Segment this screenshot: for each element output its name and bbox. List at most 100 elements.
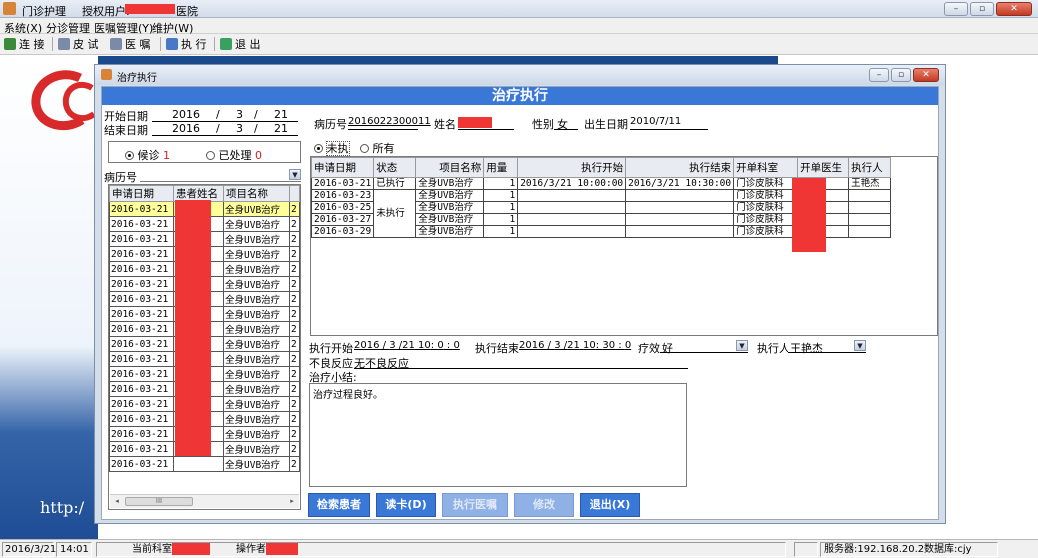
effect-value: 好 xyxy=(662,342,673,355)
sex-underline xyxy=(554,129,578,130)
start-date-month[interactable]: 3 xyxy=(236,108,243,121)
table-cell: 2016-03-21 xyxy=(109,246,174,262)
column-header[interactable]: 用量 xyxy=(483,157,519,178)
exec-end-minute: 30 xyxy=(602,340,616,351)
table-cell: 全身UVB治疗 xyxy=(223,231,290,247)
table-cell: 2016-03-21 xyxy=(109,456,174,472)
column-header[interactable]: 执行人 xyxy=(848,157,892,178)
dialog-minimize-button[interactable]: – xyxy=(869,68,889,82)
exec-end-label: 执行结束 xyxy=(475,342,519,355)
dialog-close-button[interactable]: ✕ xyxy=(913,68,939,82)
radio-icon xyxy=(206,151,215,160)
effect-combo[interactable]: 好 ▼ xyxy=(660,340,748,355)
table-cell: 2 xyxy=(289,366,300,382)
start-date-year[interactable]: 2016 xyxy=(172,108,200,121)
table-cell: 2 xyxy=(289,381,300,397)
table-cell xyxy=(848,213,892,226)
read-card-button[interactable]: 读卡(D) xyxy=(376,493,436,517)
table-cell: 2016-03-21 xyxy=(109,426,174,442)
status-operator-label: 操作者 xyxy=(236,544,266,555)
table-cell: 2016-03-21 xyxy=(109,216,174,232)
patient-birth: 2010/7/11 xyxy=(630,116,682,127)
execute-button[interactable]: 执 行 xyxy=(166,37,207,51)
end-date-day[interactable]: 21 xyxy=(274,122,288,135)
redacted-patient-name xyxy=(458,117,492,128)
scroll-left-icon[interactable]: ◂ xyxy=(110,495,124,508)
status-server-value: 192.168.20.2 xyxy=(857,544,925,555)
table-cell: 2016-03-21 xyxy=(311,177,375,190)
end-date-underline xyxy=(152,135,298,136)
table-cell: 2016-03-21 xyxy=(109,231,174,247)
modify-button[interactable]: 修改 xyxy=(514,493,574,517)
column-header[interactable]: 项目名称 xyxy=(415,157,485,178)
column-header[interactable]: 项目名称 xyxy=(223,185,290,202)
patient-name-label: 姓名 xyxy=(434,118,456,131)
table-cell: 全身UVB治疗 xyxy=(415,189,485,202)
chevron-down-icon[interactable]: ▼ xyxy=(736,340,748,351)
processed-option[interactable]: 已处理 0 xyxy=(206,147,262,163)
table-cell xyxy=(848,189,892,202)
scroll-thumb[interactable]: III xyxy=(125,497,193,506)
executor-combo[interactable]: 王艳杰 ▼ xyxy=(788,340,866,355)
dialog-exit-button[interactable]: 退出(X) xyxy=(580,493,640,517)
exec-end-hour: 10 xyxy=(583,340,596,351)
orders-button[interactable]: 医 嘱 xyxy=(110,37,151,51)
end-date-month[interactable]: 3 xyxy=(236,122,243,135)
table-cell: 全身UVB治疗 xyxy=(415,177,485,190)
chevron-down-icon[interactable]: ▼ xyxy=(289,169,301,180)
horizontal-scrollbar[interactable]: ◂ III ▸ xyxy=(110,494,299,508)
exec-end-value[interactable]: 2016 / 3 /21 10: 30 : 0 xyxy=(519,340,631,351)
exec-start-label: 执行开始 xyxy=(309,342,353,355)
minimize-button[interactable]: – xyxy=(944,2,968,16)
waiting-option[interactable]: 候诊 1 xyxy=(125,147,170,163)
connect-button[interactable]: 连 接 xyxy=(4,37,45,51)
table-cell xyxy=(517,201,627,214)
table-cell: 2016-03-21 xyxy=(109,411,174,427)
table-cell: 2 xyxy=(289,291,300,307)
table-cell: 2 xyxy=(289,321,300,337)
maximize-button[interactable]: ▫ xyxy=(970,2,994,16)
table-row[interactable]: 2016-03-21 全身UVB治疗 2 xyxy=(109,456,300,472)
column-header[interactable]: 执行开始 xyxy=(517,157,627,178)
table-cell: 全身UVB治疗 xyxy=(223,291,290,307)
exit-icon xyxy=(220,38,232,50)
exit-button[interactable]: 退 出 xyxy=(220,37,261,51)
record-no-search-combo[interactable]: ▼ xyxy=(140,169,301,182)
exec-start-minute: 0 xyxy=(437,340,444,351)
search-patient-button[interactable]: 检索患者 xyxy=(308,493,370,517)
filter-unexecuted[interactable]: 未执 xyxy=(314,140,350,156)
column-header[interactable]: 执行结束 xyxy=(625,157,735,178)
column-header[interactable]: 申请日期 xyxy=(311,157,375,178)
status-bar: 2016/3/21 14:01 当前科室: 操作者 服务器:192.168.20… xyxy=(0,539,1038,558)
execute-order-button[interactable]: 执行医嘱 xyxy=(442,493,508,517)
column-header[interactable]: 状态 xyxy=(373,157,417,178)
table-cell: 2016-03-21 xyxy=(109,336,174,352)
table-cell: 2 xyxy=(289,456,300,472)
patient-birth-label: 出生日期 xyxy=(584,118,628,131)
waiting-label: 候诊 xyxy=(137,149,160,162)
menu-bar: 系统(X) 分诊管理 医嘱管理(Y) 维护(W) xyxy=(0,18,1038,35)
close-button[interactable]: ✕ xyxy=(996,2,1032,16)
skin-test-button[interactable]: 皮 试 xyxy=(58,37,99,51)
table-cell: 门诊皮肤科 xyxy=(733,189,799,202)
exec-start-value[interactable]: 2016 / 3 /21 10: 0 : 0 xyxy=(354,340,460,351)
end-date-year[interactable]: 2016 xyxy=(172,122,200,135)
dialog-maximize-button[interactable]: ▫ xyxy=(891,68,911,82)
column-header[interactable]: 申请日期 xyxy=(109,185,174,202)
date-separator: / xyxy=(216,122,220,135)
status-cell xyxy=(794,542,818,557)
summary-textarea[interactable]: 治疗过程良好。 xyxy=(309,383,687,487)
date-separator: / xyxy=(254,108,258,121)
start-date-day[interactable]: 21 xyxy=(274,108,288,121)
dialog-header: 治疗执行 xyxy=(102,87,938,105)
table-cell: 2 xyxy=(289,411,300,427)
status-server: 服务器:192.168.20.2 xyxy=(824,543,924,556)
exec-end-day: 21 xyxy=(567,340,580,351)
chevron-down-icon[interactable]: ▼ xyxy=(854,340,866,351)
table-cell: 全身UVB治疗 xyxy=(223,426,290,442)
column-header[interactable]: 开单科室 xyxy=(733,157,799,178)
scroll-right-icon[interactable]: ▸ xyxy=(285,495,299,508)
column-header[interactable] xyxy=(289,185,300,202)
column-header[interactable]: 开单医生 xyxy=(797,157,850,178)
filter-all[interactable]: 所有 xyxy=(360,140,395,156)
